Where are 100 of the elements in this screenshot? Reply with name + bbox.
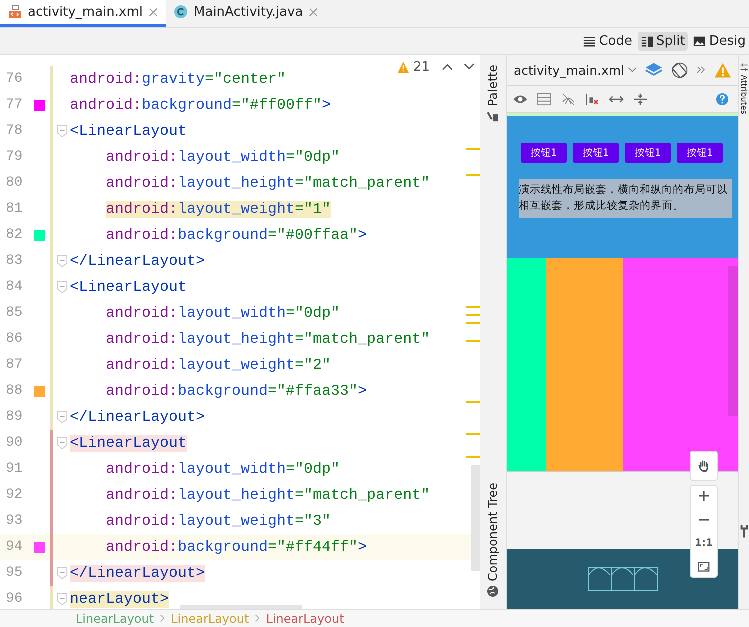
sliders-icon xyxy=(740,63,748,72)
color-swatch[interactable] xyxy=(34,230,44,240)
fold-icon[interactable] xyxy=(56,436,68,450)
xml-file-icon xyxy=(8,5,22,19)
file-tab[interactable]: activity_main.xml xyxy=(0,0,166,27)
close-icon[interactable] xyxy=(149,8,158,16)
line-number: 79 xyxy=(5,149,24,165)
preview-button[interactable]: 按钮1 xyxy=(625,143,671,163)
grid-icon[interactable] xyxy=(537,92,552,106)
layers-icon[interactable] xyxy=(644,62,663,78)
color-swatch[interactable] xyxy=(34,386,44,396)
code-text: android:layout_width="0dp" xyxy=(106,460,340,478)
preview-button[interactable]: 按钮1 xyxy=(521,143,567,163)
hand-icon xyxy=(698,460,710,472)
line-number: 81 xyxy=(5,201,24,217)
line-number: 90 xyxy=(5,435,24,451)
breadcrumb-item[interactable]: LinearLayout xyxy=(266,612,344,626)
view-mode-tab[interactable]: Split xyxy=(638,32,688,50)
blueprint-drawing xyxy=(588,567,658,591)
preview-text[interactable]: 演示线性布局嵌套，横向和纵向的布局可以相互嵌套，形成比较复杂的界面。 xyxy=(519,179,732,218)
scrollbar[interactable] xyxy=(728,266,738,416)
fold-icon[interactable] xyxy=(56,124,68,138)
line-number: 89 xyxy=(5,409,24,425)
fold-icon[interactable] xyxy=(56,410,68,424)
code-text: android:layout_weight="1" xyxy=(106,200,332,218)
code-text: </LinearLayout> xyxy=(70,252,206,270)
previous-icon[interactable] xyxy=(442,63,453,71)
class-file-icon xyxy=(174,5,188,19)
line-number: 84 xyxy=(5,279,24,295)
line-number: 80 xyxy=(5,175,24,191)
pan-button[interactable] xyxy=(690,451,718,481)
line-number: 92 xyxy=(5,487,24,503)
attributes-tab[interactable]: Attributes xyxy=(740,63,748,114)
line-number: 82 xyxy=(5,227,24,243)
palette-icon xyxy=(487,110,499,123)
line-number: 91 xyxy=(5,461,24,477)
view-mode-tab[interactable]: Code xyxy=(580,32,636,50)
caret-icon xyxy=(628,67,637,73)
code-text: android:layout_height="match_parent" xyxy=(106,486,430,504)
warning-icon[interactable] xyxy=(714,62,732,78)
scrollbar[interactable] xyxy=(471,465,480,571)
zoom-in-icon[interactable] xyxy=(698,490,710,502)
color-swatch[interactable] xyxy=(34,100,44,110)
actual-size-button[interactable]: 1:1 xyxy=(695,538,713,549)
code-text: </LinearLayout> xyxy=(70,408,206,426)
clear-constraints-icon[interactable] xyxy=(585,92,600,106)
code-text: android:layout_height="match_parent" xyxy=(106,330,430,348)
next-icon[interactable] xyxy=(464,63,475,71)
code-text: android:layout_weight="3" xyxy=(106,512,332,530)
line-number: 76 xyxy=(5,71,24,87)
code-text: android:layout_height="match_parent" xyxy=(106,174,430,192)
line-number: 83 xyxy=(5,253,24,269)
close-icon[interactable] xyxy=(309,8,318,16)
line-number: 85 xyxy=(5,305,24,321)
fold-icon[interactable] xyxy=(56,254,68,268)
code-text: android:layout_width="0dp" xyxy=(106,304,340,322)
fit-screen-icon[interactable] xyxy=(698,561,710,573)
chevron-icon xyxy=(160,614,166,623)
wrench-icon[interactable] xyxy=(740,524,748,539)
rotate-icon[interactable] xyxy=(670,62,689,78)
line-number: 77 xyxy=(5,97,24,113)
fold-icon[interactable] xyxy=(56,592,68,606)
more-icon[interactable] xyxy=(696,66,706,74)
file-dropdown[interactable]: activity_main.xml xyxy=(514,62,637,78)
code-text: <LinearLayout xyxy=(70,122,188,140)
code-text: android:gravity="center" xyxy=(70,70,286,88)
fold-icon[interactable] xyxy=(56,566,68,580)
fold-icon[interactable] xyxy=(56,280,68,294)
line-number: 94 xyxy=(5,539,24,555)
lines-icon xyxy=(583,34,596,48)
view-mode-tab[interactable]: Desig xyxy=(690,32,749,50)
code-text: <LinearLayout xyxy=(70,278,188,296)
line-number: 86 xyxy=(5,331,24,347)
chevron-icon xyxy=(255,614,260,623)
palette-label: Palette xyxy=(486,65,500,107)
preview-button[interactable]: 按钮1 xyxy=(677,143,723,163)
line-number: 95 xyxy=(5,565,24,581)
palette-tab[interactable]: Palette xyxy=(486,65,500,123)
image-icon xyxy=(693,34,706,48)
code-text: android:background="#00ffaa"> xyxy=(106,226,368,244)
warning-indicator[interactable]: 21 xyxy=(397,60,430,75)
code-text: <LinearLayout xyxy=(70,434,188,452)
file-tab[interactable]: MainActivity.java xyxy=(166,0,326,27)
line-number: 78 xyxy=(5,123,24,139)
attributes-label: Attributes xyxy=(740,75,748,114)
split-view-icon xyxy=(640,34,654,48)
line-number: 96 xyxy=(5,591,24,607)
code-text: android:background="#ff44ff"> xyxy=(106,538,368,556)
line-number: 93 xyxy=(5,513,24,529)
help-icon[interactable] xyxy=(715,92,730,106)
no-connection-icon[interactable] xyxy=(561,92,576,106)
line-number: 87 xyxy=(5,357,24,373)
code-text: android:background="#ff00ff"> xyxy=(70,96,332,114)
color-swatch[interactable] xyxy=(34,542,44,552)
globe-icon xyxy=(487,585,499,597)
code-text: android:layout_width="0dp" xyxy=(106,148,340,166)
preview-button[interactable]: 按钮1 xyxy=(573,143,619,163)
vertical-arrows-icon[interactable] xyxy=(633,92,648,106)
code-text: android:layout_weight="2" xyxy=(106,356,332,374)
code-text: android:background="#ffaa33"> xyxy=(106,382,368,400)
